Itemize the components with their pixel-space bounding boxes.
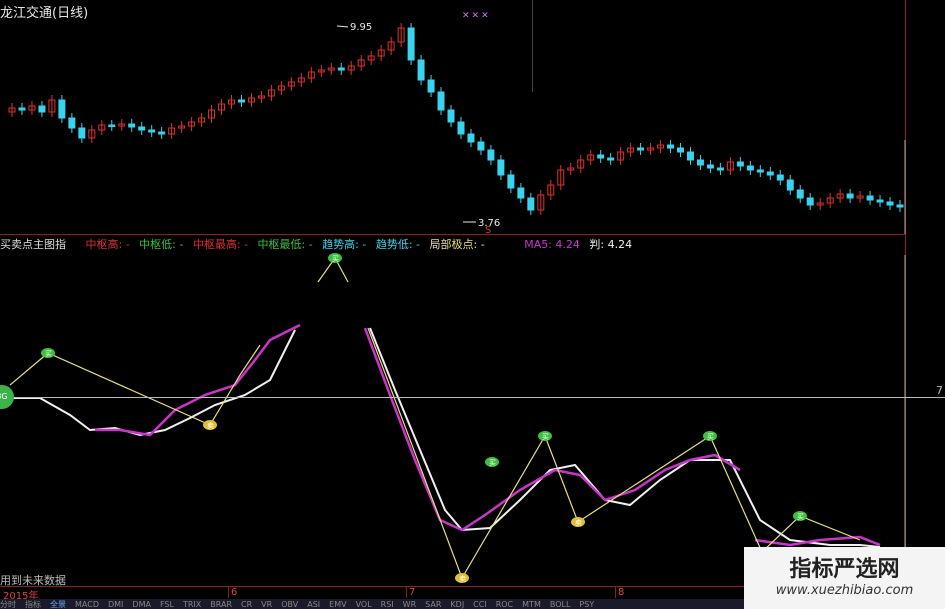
buy-signal-text: 买 [797, 513, 804, 521]
sell-signal-text: 卖 [459, 575, 466, 583]
buy-signal-text: 买 [707, 433, 714, 441]
date-tick [406, 587, 407, 598]
indicator-tab[interactable]: PSY [579, 600, 594, 609]
indicator-tab[interactable]: ASI [307, 600, 320, 609]
sell-signal-text: 卖 [575, 519, 582, 527]
indicator-tab[interactable]: SAR [425, 600, 441, 609]
indicator-tab[interactable]: WR [403, 600, 416, 609]
indicator-tab[interactable]: MTM [522, 600, 541, 609]
date-tick [615, 587, 616, 598]
magenta-line-2 [363, 327, 741, 532]
indicator-tab[interactable]: MACD [75, 600, 99, 609]
date-label-8: 8 [618, 587, 625, 598]
watermark: 指标严选网 www.xuezhibiao.com [744, 547, 945, 609]
indicator-tab[interactable]: RSI [381, 600, 394, 609]
indicator-tab[interactable]: DMI [108, 600, 123, 609]
buy-signal-text: 买 [45, 350, 52, 358]
indicator-tab[interactable]: EMV [329, 600, 346, 609]
indicator-tab[interactable]: BOLL [550, 600, 571, 609]
reference-line [0, 397, 945, 398]
right-axis-label: 7 [936, 384, 943, 397]
indicator-tab[interactable]: CCI [473, 600, 487, 609]
sell-signal-text: 卖 [207, 422, 214, 430]
date-tick [228, 587, 229, 598]
watermark-url: www.xuezhibiao.com [775, 583, 914, 598]
indicator-tab[interactable]: BRAR [210, 600, 232, 609]
buy-signal-text: 买 [542, 433, 549, 441]
indicator-tab[interactable]: FSL [160, 600, 174, 609]
indicator-tab[interactable]: ROC [496, 600, 513, 609]
indicator-chart[interactable]: 买卖买卖买买卖买买 [0, 0, 945, 609]
date-label-7: 7 [409, 587, 416, 598]
indicator-tab[interactable]: KDJ [450, 600, 464, 609]
indicator-tab[interactable]: DMA [132, 600, 151, 609]
indicator-tab[interactable]: OBV [281, 600, 298, 609]
signal-line-3 [367, 327, 861, 580]
buy-signal-text: 买 [332, 255, 339, 263]
watermark-title: 指标严选网 [789, 557, 900, 582]
indicator-tab[interactable]: 全景 [50, 600, 66, 609]
indicator-tab[interactable]: VOL [356, 600, 372, 609]
indicator-tab[interactable]: 分时 [0, 600, 16, 609]
indicator-tab[interactable]: 指标 [25, 600, 41, 609]
buy-signal-text: 买 [489, 459, 496, 467]
white-line-1 [0, 329, 296, 437]
indicator-tab[interactable]: TRIX [183, 600, 201, 609]
indicator-tab[interactable]: CR [241, 600, 252, 609]
date-label-6: 6 [231, 587, 238, 598]
indicator-tab[interactable]: VR [261, 600, 272, 609]
